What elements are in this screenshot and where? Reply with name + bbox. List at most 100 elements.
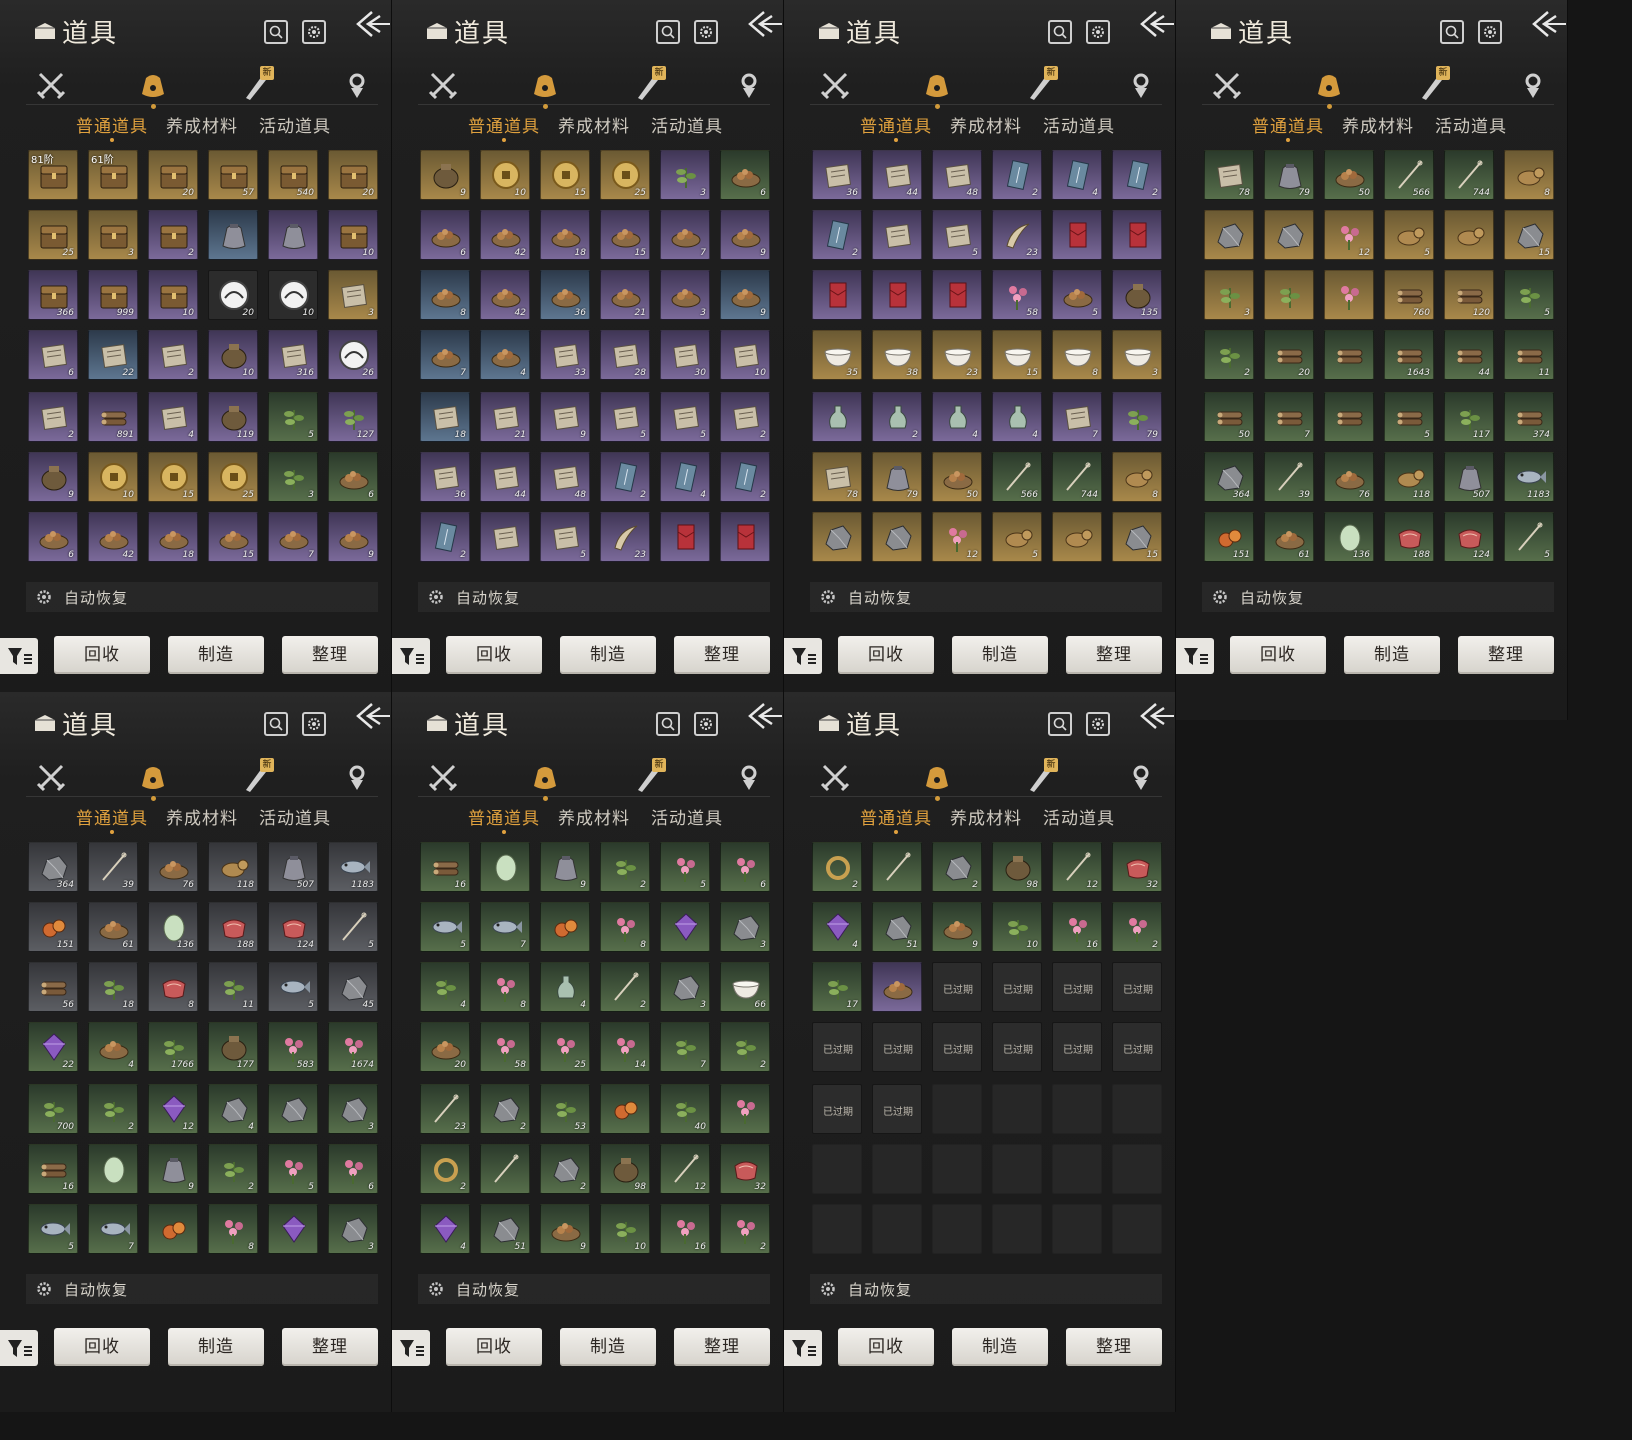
item-slot[interactable] [1264, 270, 1314, 320]
item-slot[interactable]: 3 [1204, 270, 1254, 320]
auto-restore-toggle[interactable]: 自动恢复 [810, 1274, 1162, 1304]
item-slot[interactable]: 32 [720, 1144, 770, 1194]
item-slot[interactable]: 7 [1264, 392, 1314, 442]
filter-button[interactable] [784, 1330, 822, 1366]
item-slot[interactable]: 4 [1052, 150, 1102, 200]
item-slot[interactable]: 2 [480, 1084, 530, 1134]
item-slot[interactable]: 5 [1052, 270, 1102, 320]
item-slot[interactable]: 4 [420, 962, 470, 1012]
auto-restore-toggle[interactable]: 自动恢复 [418, 582, 770, 612]
auto-restore-toggle[interactable]: 自动恢复 [810, 582, 1162, 612]
recycle-button[interactable]: 回收 [54, 1328, 150, 1366]
item-slot[interactable]: 507 [1444, 452, 1494, 502]
item-slot[interactable]: 50 [1324, 150, 1374, 200]
item-slot[interactable] [812, 270, 862, 320]
item-slot[interactable]: 12 [148, 1084, 198, 1134]
item-slot[interactable]: 5 [660, 392, 710, 442]
item-slot[interactable]: 3 [660, 270, 710, 320]
craft-button[interactable]: 制造 [168, 1328, 264, 1366]
settings-gear-icon[interactable] [302, 712, 326, 736]
weapon-crossed-swords-icon[interactable] [428, 762, 458, 792]
scroll-quill-icon[interactable]: 新 [1024, 66, 1058, 100]
item-slot[interactable]: 5 [268, 1144, 318, 1194]
item-slot[interactable]: 374 [1504, 392, 1554, 442]
item-slot[interactable]: 2 [992, 150, 1042, 200]
tab-growth-materials[interactable]: 养成材料 [558, 804, 630, 829]
filter-button[interactable] [392, 1330, 430, 1366]
item-slot[interactable]: 3 [660, 962, 710, 1012]
item-slot[interactable]: 9 [148, 1144, 198, 1194]
tab-growth-materials[interactable]: 养成材料 [558, 112, 630, 137]
item-slot[interactable]: 1674 [328, 1022, 378, 1072]
item-slot[interactable] [1112, 210, 1162, 260]
gem-ornament-icon[interactable] [1518, 70, 1548, 100]
item-slot[interactable]: 566 [992, 452, 1042, 502]
recycle-button[interactable]: 回收 [838, 1328, 934, 1366]
item-slot[interactable]: 366 [28, 270, 78, 320]
item-slot[interactable] [872, 210, 922, 260]
item-slot[interactable]: 30 [660, 330, 710, 380]
item-slot[interactable]: 已过期 [992, 962, 1042, 1012]
organize-button[interactable]: 整理 [674, 636, 770, 674]
back-arrow-icon[interactable] [742, 700, 782, 734]
tab-event-items[interactable]: 活动道具 [651, 804, 723, 829]
item-slot[interactable]: 6 [328, 1144, 378, 1194]
tab-event-items[interactable]: 活动道具 [1043, 804, 1115, 829]
weapon-crossed-swords-icon[interactable] [428, 70, 458, 100]
item-slot[interactable]: 5 [1504, 512, 1554, 562]
item-slot[interactable]: 26 [328, 330, 378, 380]
back-arrow-icon[interactable] [1134, 700, 1174, 734]
item-slot[interactable]: 8 [1112, 452, 1162, 502]
item-slot[interactable]: 583 [268, 1022, 318, 1072]
item-slot[interactable]: 2 [1204, 330, 1254, 380]
item-slot[interactable]: 744 [1052, 452, 1102, 502]
item-slot[interactable]: 7 [480, 902, 530, 952]
item-slot[interactable]: 2 [600, 962, 650, 1012]
back-arrow-icon[interactable] [1526, 8, 1566, 42]
tab-event-items[interactable]: 活动道具 [1043, 112, 1115, 137]
item-slot[interactable]: 58 [992, 270, 1042, 320]
item-slot[interactable]: 12 [1052, 842, 1102, 892]
item-slot[interactable]: 42 [480, 210, 530, 260]
organize-button[interactable]: 整理 [674, 1328, 770, 1366]
item-slot[interactable] [1324, 330, 1374, 380]
item-slot[interactable]: 已过期 [932, 1022, 982, 1072]
item-slot[interactable]: 已过期 [1052, 962, 1102, 1012]
auto-restore-toggle[interactable]: 自动恢复 [26, 1274, 378, 1304]
item-slot[interactable]: 已过期 [812, 1084, 862, 1134]
item-slot[interactable]: 4 [480, 330, 530, 380]
back-arrow-icon[interactable] [742, 8, 782, 42]
tab-growth-materials[interactable]: 养成材料 [1342, 112, 1414, 137]
gem-ornament-icon[interactable] [734, 762, 764, 792]
item-slot[interactable]: 2 [148, 210, 198, 260]
item-slot[interactable]: 2 [812, 842, 862, 892]
scroll-quill-icon[interactable]: 新 [632, 66, 666, 100]
tab-common-items[interactable]: 普通道具 [76, 804, 148, 834]
item-slot[interactable] [720, 1084, 770, 1134]
item-slot[interactable]: 3 [720, 902, 770, 952]
settings-gear-icon[interactable] [302, 20, 326, 44]
search-button[interactable] [264, 20, 288, 44]
item-slot[interactable]: 3 [328, 270, 378, 320]
tab-growth-materials[interactable]: 养成材料 [166, 112, 238, 137]
item-slot[interactable]: 25 [208, 452, 258, 502]
back-arrow-icon[interactable] [350, 8, 390, 42]
settings-gear-icon[interactable] [1086, 20, 1110, 44]
item-slot[interactable]: 9 [28, 452, 78, 502]
item-slot[interactable] [1444, 210, 1494, 260]
item-slot[interactable]: 15 [600, 210, 650, 260]
item-slot[interactable]: 23 [420, 1084, 470, 1134]
item-slot[interactable]: 2 [420, 1144, 470, 1194]
item-slot[interactable]: 6 [28, 512, 78, 562]
item-slot[interactable]: 61 [1264, 512, 1314, 562]
item-slot[interactable]: 6 [28, 330, 78, 380]
item-slot[interactable]: 135 [1112, 270, 1162, 320]
item-slot[interactable]: 127 [328, 392, 378, 442]
item-slot[interactable] [812, 392, 862, 442]
item-slot[interactable]: 79 [872, 452, 922, 502]
scroll-quill-icon[interactable]: 新 [240, 66, 274, 100]
scroll-quill-icon[interactable]: 新 [1416, 66, 1450, 100]
item-slot[interactable]: 12 [932, 512, 982, 562]
item-slot[interactable] [872, 842, 922, 892]
item-slot[interactable]: 364 [1204, 452, 1254, 502]
